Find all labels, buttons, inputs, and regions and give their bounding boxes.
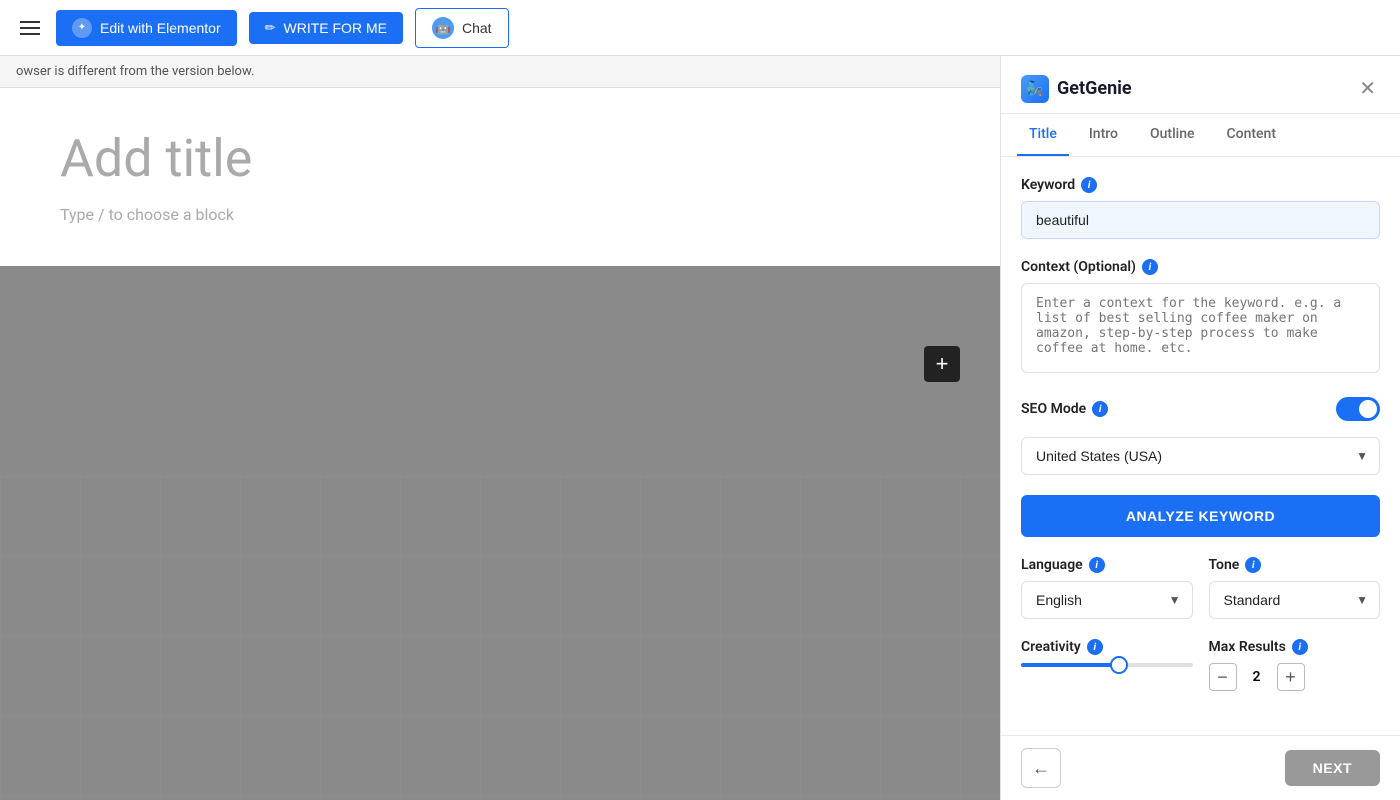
- tone-select-wrapper: Standard Formal Casual Creative ▼: [1209, 581, 1381, 619]
- keyword-field-group: Keyword i: [1021, 177, 1380, 239]
- keyword-label: Keyword i: [1021, 177, 1380, 193]
- logo-text: GetGenie: [1057, 78, 1132, 99]
- tab-outline[interactable]: Outline: [1138, 114, 1207, 156]
- elementor-icon: ✦: [72, 18, 92, 38]
- chat-label: Chat: [462, 20, 492, 36]
- pencil-icon: ✏: [265, 20, 276, 36]
- seo-mode-row: SEO Mode i: [1021, 397, 1380, 421]
- edit-elementor-label: Edit with Elementor: [100, 20, 221, 36]
- tab-content[interactable]: Content: [1215, 114, 1289, 156]
- context-field-group: Context (Optional) i: [1021, 259, 1380, 377]
- panel-tabs: Title Intro Outline Content: [1001, 114, 1400, 157]
- panel-header: 🧞 GetGenie ✕: [1001, 56, 1400, 114]
- top-bar: ✦ Edit with Elementor ✏ WRITE FOR ME 🤖 C…: [0, 0, 1400, 56]
- seo-mode-label: SEO Mode i: [1021, 401, 1108, 417]
- seo-mode-toggle[interactable]: [1336, 397, 1380, 421]
- max-results-label: Max Results i: [1209, 639, 1381, 655]
- context-label: Context (Optional) i: [1021, 259, 1380, 275]
- context-info-icon[interactable]: i: [1142, 259, 1158, 275]
- language-tone-row: Language i English Spanish French German…: [1021, 557, 1380, 619]
- tab-title[interactable]: Title: [1017, 114, 1069, 156]
- tab-intro[interactable]: Intro: [1077, 114, 1130, 156]
- country-select-wrapper: United States (USA) United Kingdom Canad…: [1021, 437, 1380, 475]
- back-icon: ←: [1032, 758, 1050, 779]
- keyword-input[interactable]: [1021, 201, 1380, 239]
- max-results-decrement[interactable]: −: [1209, 663, 1237, 691]
- analyze-keyword-button[interactable]: ANALYZE KEYWORD: [1021, 495, 1380, 537]
- chat-avatar-icon: 🤖: [432, 17, 454, 39]
- next-button[interactable]: NEXT: [1285, 750, 1380, 786]
- max-results-value: 2: [1247, 669, 1267, 685]
- editor-area: owser is different from the version belo…: [0, 56, 1000, 800]
- browser-notice-text: owser is different from the version belo…: [16, 64, 254, 79]
- panel-content: Keyword i Context (Optional) i SEO Mode …: [1001, 157, 1400, 735]
- add-block-button[interactable]: +: [924, 346, 960, 382]
- language-label: Language i: [1021, 557, 1193, 573]
- creativity-info-icon[interactable]: i: [1087, 639, 1103, 655]
- panel-bottom: ← NEXT: [1001, 735, 1400, 800]
- language-select[interactable]: English Spanish French German: [1021, 581, 1193, 619]
- editor-title-placeholder[interactable]: Add title: [60, 128, 940, 189]
- country-select[interactable]: United States (USA) United Kingdom Canad…: [1021, 437, 1380, 475]
- creativity-slider-track[interactable]: [1021, 663, 1193, 667]
- tone-field-group: Tone i Standard Formal Casual Creative ▼: [1209, 557, 1381, 619]
- country-field-group: United States (USA) United Kingdom Canad…: [1021, 437, 1380, 475]
- context-textarea[interactable]: [1021, 283, 1380, 373]
- next-label: NEXT: [1313, 760, 1352, 776]
- browser-notice: owser is different from the version belo…: [0, 56, 1000, 88]
- back-button[interactable]: ←: [1021, 748, 1061, 788]
- language-info-icon[interactable]: i: [1089, 557, 1105, 573]
- toggle-knob: [1359, 400, 1377, 418]
- seo-mode-info-icon[interactable]: i: [1092, 401, 1108, 417]
- max-results-increment[interactable]: +: [1277, 663, 1305, 691]
- keyword-info-icon[interactable]: i: [1081, 177, 1097, 193]
- editor-grid-overlay: [0, 476, 1000, 800]
- language-field-group: Language i English Spanish French German…: [1021, 557, 1193, 619]
- tone-label: Tone i: [1209, 557, 1381, 573]
- creativity-label: Creativity i: [1021, 639, 1193, 655]
- write-for-me-button[interactable]: ✏ WRITE FOR ME: [249, 12, 403, 44]
- editor-bg-section: [0, 266, 1000, 800]
- max-results-info-icon[interactable]: i: [1292, 639, 1308, 655]
- right-panel: 🧞 GetGenie ✕ Title Intro Outline Content…: [1000, 56, 1400, 800]
- editor-canvas[interactable]: Add title Type / to choose a block: [0, 88, 1000, 288]
- max-results-stepper: − 2 +: [1209, 663, 1381, 691]
- language-select-wrapper: English Spanish French German ▼: [1021, 581, 1193, 619]
- tone-select[interactable]: Standard Formal Casual Creative: [1209, 581, 1381, 619]
- chat-button[interactable]: 🤖 Chat: [415, 8, 509, 48]
- edit-elementor-button[interactable]: ✦ Edit with Elementor: [56, 10, 237, 46]
- write-for-me-label: WRITE FOR ME: [284, 20, 387, 36]
- main-layout: owser is different from the version belo…: [0, 56, 1400, 800]
- creativity-maxresults-row: Creativity i Max Results i − 2: [1021, 639, 1380, 691]
- editor-block-placeholder: Type / to choose a block: [60, 205, 940, 224]
- panel-logo: 🧞 GetGenie: [1021, 75, 1132, 103]
- creativity-slider-thumb[interactable]: [1110, 656, 1128, 674]
- logo-icon: 🧞: [1021, 75, 1049, 103]
- creativity-field-group: Creativity i: [1021, 639, 1193, 675]
- hamburger-icon[interactable]: [16, 17, 44, 39]
- close-button[interactable]: ✕: [1355, 72, 1380, 105]
- tone-info-icon[interactable]: i: [1245, 557, 1261, 573]
- max-results-field-group: Max Results i − 2 +: [1209, 639, 1381, 691]
